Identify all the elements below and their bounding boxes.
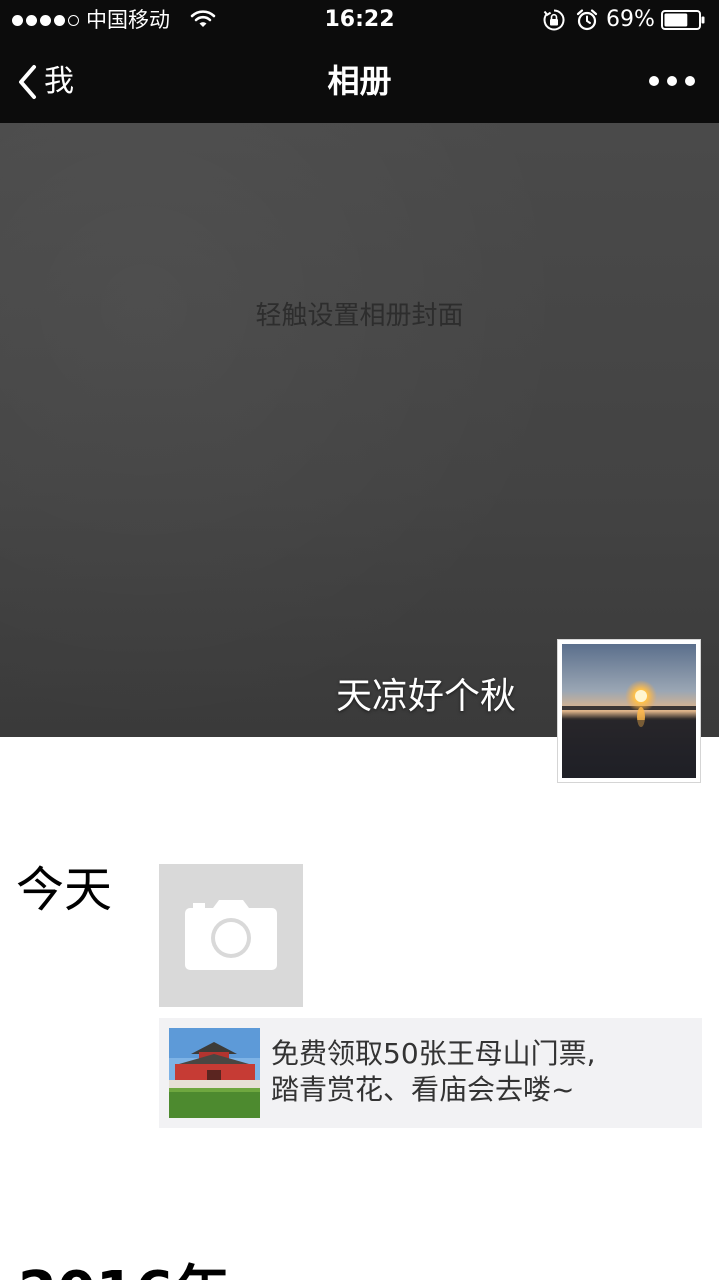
username: 天凉好个秋 — [335, 676, 516, 717]
cover-hint-text: 轻触设置相册封面 — [255, 301, 464, 331]
temple-thumbnail — [169, 1028, 260, 1118]
post-photo-button[interactable] — [159, 864, 303, 1007]
year-label: 2016年 — [18, 1258, 230, 1280]
sunset-avatar-image — [562, 644, 696, 778]
shared-link-title: 免费领取50张王母山门票, 踏青赏花、看庙会去喽~ — [271, 1036, 691, 1108]
more-dots-icon[interactable] — [645, 68, 699, 94]
page-title: 相册 — [327, 62, 392, 100]
battery-icon — [661, 10, 705, 30]
status-bar: 中国移动 16:22 69% — [0, 0, 719, 40]
shared-link-card[interactable]: 免费领取50张王母山门票, 踏青赏花、看庙会去喽~ — [159, 1018, 702, 1128]
camera-icon — [185, 900, 277, 970]
battery-percentage: 69% — [606, 7, 655, 32]
rotation-lock-icon — [543, 9, 565, 31]
shared-link-title-line2: 踏青赏花、看庙会去喽~ — [271, 1073, 575, 1106]
album-page: 中国移动 16:22 69% 我 相册 轻触设置相册封面 天凉好个秋 今天 免费… — [0, 0, 719, 1280]
shared-link-title-line1: 免费领取50张王母山门票, — [271, 1037, 596, 1070]
alarm-clock-icon — [576, 9, 598, 31]
navigation-bar: 我 相册 — [0, 40, 719, 123]
day-label: 今天 — [16, 862, 113, 918]
avatar[interactable] — [557, 639, 701, 783]
